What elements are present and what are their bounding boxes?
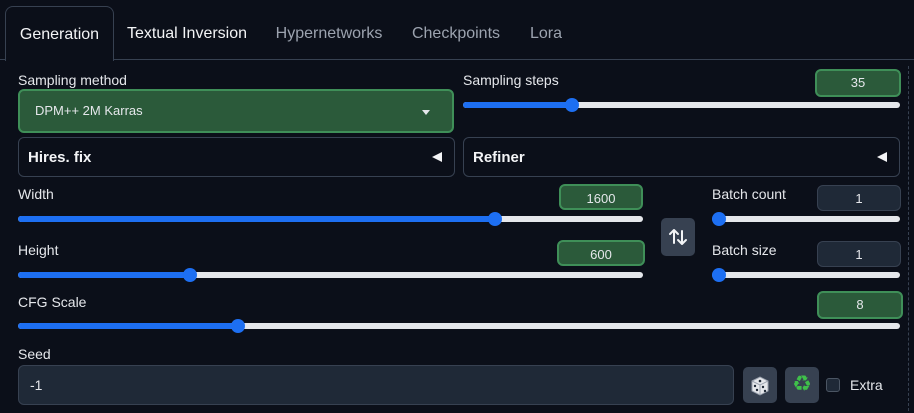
height-label: Height xyxy=(18,242,59,258)
sampling-method-value: DPM++ 2M Karras xyxy=(35,103,143,118)
recycle-icon: ♻ xyxy=(792,372,812,397)
swap-arrows-icon xyxy=(669,229,687,245)
cfg-scale-label: CFG Scale xyxy=(18,294,87,310)
sampling-steps-input[interactable]: 35 xyxy=(815,69,901,97)
width-label: Width xyxy=(18,186,54,202)
batch-size-slider[interactable] xyxy=(712,267,900,283)
seed-label: Seed xyxy=(18,346,51,362)
cfg-scale-input[interactable]: 8 xyxy=(817,291,903,319)
tab-hypernetworks[interactable]: Hypernetworks xyxy=(268,6,390,60)
height-input[interactable]: 600 xyxy=(557,240,645,266)
slider-thumb[interactable] xyxy=(182,268,197,282)
tab-checkpoints[interactable]: Checkpoints xyxy=(405,6,507,60)
hires-fix-title: Hires. fix xyxy=(28,149,92,166)
extra-checkbox[interactable] xyxy=(826,378,840,392)
slider-thumb[interactable] xyxy=(488,212,503,226)
extra-label: Extra xyxy=(850,377,883,393)
reuse-seed-button[interactable]: ♻ xyxy=(785,367,819,403)
refiner-accordion[interactable]: Refiner xyxy=(463,137,900,177)
batch-count-label: Batch count xyxy=(712,186,786,202)
sampling-method-dropdown[interactable]: DPM++ 2M Karras xyxy=(18,89,454,133)
tab-textual-inversion[interactable]: Textual Inversion xyxy=(120,6,254,60)
tab-divider xyxy=(0,59,914,60)
batch-size-input[interactable]: 1 xyxy=(817,241,901,267)
batch-count-input[interactable]: 1 xyxy=(817,185,901,211)
triangle-left-icon xyxy=(432,152,442,162)
batch-count-slider[interactable] xyxy=(712,211,900,227)
chevron-down-icon xyxy=(422,110,430,115)
refiner-title: Refiner xyxy=(473,149,525,166)
slider-thumb[interactable] xyxy=(564,98,579,112)
width-slider[interactable] xyxy=(18,211,643,227)
triangle-left-icon xyxy=(877,152,887,162)
slider-thumb[interactable] xyxy=(230,319,245,333)
tab-generation[interactable]: Generation xyxy=(5,6,114,61)
sampling-method-label: Sampling method xyxy=(18,72,127,88)
dice-icon xyxy=(751,376,769,396)
height-slider[interactable] xyxy=(18,267,643,283)
tab-bar: Generation Textual Inversion Hypernetwor… xyxy=(0,0,914,61)
panel-resize-handle[interactable] xyxy=(908,66,909,411)
tab-lora[interactable]: Lora xyxy=(522,6,570,60)
batch-size-label: Batch size xyxy=(712,242,777,258)
random-seed-button[interactable] xyxy=(743,367,777,403)
seed-input[interactable] xyxy=(18,365,734,405)
slider-thumb[interactable] xyxy=(712,212,726,226)
cfg-scale-slider[interactable] xyxy=(18,318,900,334)
hires-fix-accordion[interactable]: Hires. fix xyxy=(18,137,455,177)
swap-dimensions-button[interactable] xyxy=(661,218,695,256)
width-input[interactable]: 1600 xyxy=(559,184,643,210)
slider-thumb[interactable] xyxy=(712,268,726,282)
sampling-steps-label: Sampling steps xyxy=(463,72,559,88)
sampling-steps-slider[interactable] xyxy=(463,97,900,113)
